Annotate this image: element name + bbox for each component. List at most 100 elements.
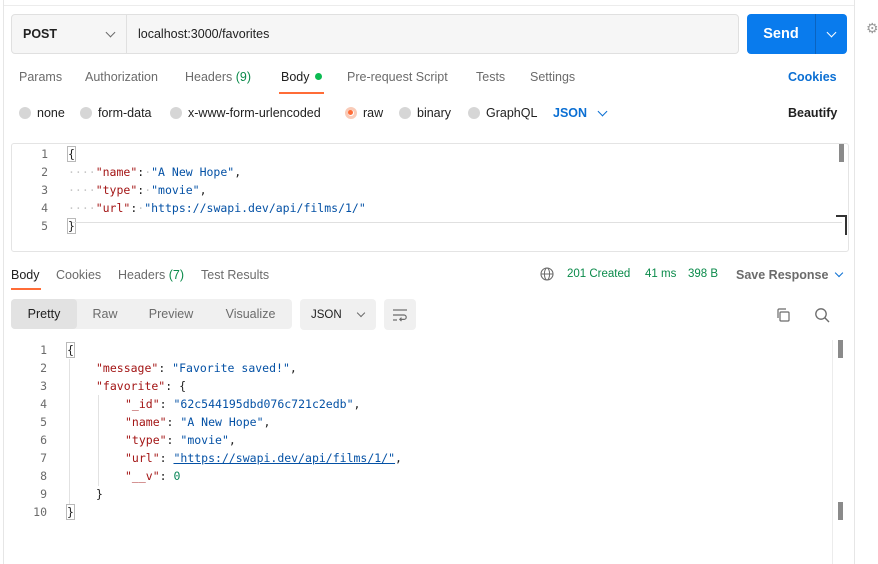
line-number: 4 bbox=[40, 397, 47, 411]
code-line: "favorite": { bbox=[96, 379, 187, 393]
editor-scrollbar[interactable] bbox=[839, 144, 844, 162]
tab-label: Tests bbox=[476, 70, 506, 84]
json-key: "url" bbox=[95, 201, 131, 215]
code-line: } bbox=[66, 504, 75, 520]
request-body-editor[interactable]: 1 2 3 4 5 { ····"name":·"A New Hope", ··… bbox=[11, 143, 849, 252]
gear-icon[interactable]: ⚙ bbox=[866, 20, 878, 37]
radio-binary[interactable]: binary bbox=[399, 106, 451, 120]
current-line-highlight bbox=[72, 222, 842, 223]
radio-label: raw bbox=[363, 106, 384, 120]
tab-label: Authorization bbox=[85, 70, 158, 84]
status-code[interactable]: 201 Created bbox=[567, 268, 630, 280]
indent-guide bbox=[98, 395, 99, 486]
beautify-link[interactable]: Beautify bbox=[788, 106, 837, 120]
radio-circle-icon bbox=[80, 107, 92, 119]
response-size[interactable]: 398 B bbox=[688, 268, 718, 280]
tab-settings[interactable]: Settings bbox=[530, 70, 575, 84]
tab-label: Cookies bbox=[56, 268, 102, 282]
code-line: "message": "Favorite saved!", bbox=[96, 361, 297, 375]
tab-authorization[interactable]: Authorization bbox=[85, 70, 158, 84]
method-select[interactable]: POST bbox=[12, 15, 127, 53]
tab-params[interactable]: Params bbox=[19, 70, 62, 84]
json-comma: , bbox=[199, 183, 207, 197]
tab-pre-request-script[interactable]: Pre-request Script bbox=[347, 70, 448, 84]
code-line: { bbox=[66, 342, 75, 358]
tab-label: Pre-request Script bbox=[347, 70, 448, 84]
json-brace: { bbox=[179, 379, 187, 393]
send-button-group: Send bbox=[747, 14, 847, 54]
json-key: "type" bbox=[125, 433, 167, 447]
request-url-bar: POST localhost:3000/favorites bbox=[11, 14, 739, 54]
chevron-down-icon bbox=[826, 27, 837, 37]
code-line: ····"type":·"movie", bbox=[68, 183, 207, 197]
line-number: 2 bbox=[40, 361, 47, 375]
search-button[interactable] bbox=[813, 306, 831, 324]
radio-form-data[interactable]: form-data bbox=[80, 106, 152, 120]
line-number: 2 bbox=[41, 165, 48, 179]
code-line: "type": "movie", bbox=[125, 433, 236, 447]
radio-label: GraphQL bbox=[486, 106, 538, 120]
response-tab-cookies[interactable]: Cookies bbox=[56, 268, 101, 282]
line-number: 9 bbox=[40, 487, 47, 501]
json-value: 0 bbox=[173, 469, 181, 483]
json-key: "_id" bbox=[125, 397, 160, 411]
json-key: "name" bbox=[95, 165, 138, 179]
radio-x-www-form-urlencoded[interactable]: x-www-form-urlencoded bbox=[170, 106, 321, 120]
chevron-down-icon bbox=[356, 308, 366, 317]
copy-button[interactable] bbox=[774, 306, 792, 324]
tab-tests[interactable]: Tests bbox=[476, 70, 505, 84]
json-key: "message" bbox=[96, 361, 159, 375]
code-line: ····"name":·"A New Hope", bbox=[68, 165, 242, 179]
save-response-label: Save Response bbox=[736, 268, 829, 282]
radio-raw[interactable]: raw bbox=[345, 106, 383, 120]
response-scrollbar-end[interactable] bbox=[838, 502, 843, 520]
json-brace: { bbox=[66, 342, 75, 358]
response-time[interactable]: 41 ms bbox=[645, 268, 676, 280]
send-dropdown-button[interactable] bbox=[816, 14, 847, 54]
radio-label: x-www-form-urlencoded bbox=[188, 106, 321, 120]
response-tab-test-results[interactable]: Test Results bbox=[201, 268, 269, 282]
wrap-lines-button[interactable] bbox=[384, 299, 416, 330]
view-mode-pretty[interactable]: Pretty bbox=[11, 299, 77, 329]
json-url-link[interactable]: "https://swapi.dev/api/films/1/" bbox=[173, 451, 395, 465]
view-mode-visualize[interactable]: Visualize bbox=[209, 299, 292, 329]
active-tab-indicator bbox=[11, 288, 41, 290]
code-line: { bbox=[67, 146, 76, 162]
url-input[interactable]: localhost:3000/favorites bbox=[127, 15, 738, 53]
response-body-viewer[interactable]: 1 2 3 4 5 6 7 8 9 10 { "message": "Favor… bbox=[11, 340, 849, 564]
line-number: 3 bbox=[41, 183, 48, 197]
overview-ruler-mark bbox=[845, 215, 847, 235]
json-value: "movie" bbox=[151, 183, 200, 197]
radio-graphql[interactable]: GraphQL bbox=[468, 106, 537, 120]
cookies-link[interactable]: Cookies bbox=[788, 70, 837, 84]
window-border-right bbox=[854, 0, 855, 564]
globe-icon[interactable] bbox=[540, 267, 554, 281]
save-response-button[interactable]: Save Response bbox=[736, 268, 844, 282]
line-number: 10 bbox=[33, 505, 47, 519]
line-number: 7 bbox=[40, 451, 47, 465]
response-scrollbar[interactable] bbox=[838, 340, 843, 358]
view-mode-preview[interactable]: Preview bbox=[133, 299, 209, 329]
json-value: "Favorite saved!" bbox=[172, 361, 290, 375]
tab-body[interactable]: Body bbox=[281, 70, 322, 84]
code-line: "url": "https://swapi.dev/api/films/1/", bbox=[125, 451, 402, 465]
send-button[interactable]: Send bbox=[747, 14, 815, 54]
response-format-select[interactable]: JSON bbox=[300, 299, 376, 330]
line-number: 6 bbox=[40, 433, 47, 447]
json-value: "62c544195dbd076c721c2edb" bbox=[173, 397, 354, 411]
status-dot-icon bbox=[314, 73, 322, 80]
tab-count-badge: (9) bbox=[235, 70, 252, 84]
json-key: "favorite" bbox=[96, 379, 166, 393]
radio-label: binary bbox=[417, 106, 452, 120]
copy-icon bbox=[777, 308, 790, 322]
tab-headers[interactable]: Headers (9) bbox=[185, 70, 251, 84]
json-brace: } bbox=[96, 487, 103, 501]
radio-none[interactable]: none bbox=[19, 106, 65, 120]
body-format-select[interactable]: JSON bbox=[553, 106, 608, 120]
line-number: 3 bbox=[40, 379, 47, 393]
response-tab-headers[interactable]: Headers (7) bbox=[118, 268, 184, 282]
response-tab-body[interactable]: Body bbox=[11, 268, 40, 282]
tab-label: Headers bbox=[185, 70, 233, 84]
indent-guide bbox=[69, 359, 70, 504]
view-mode-raw[interactable]: Raw bbox=[77, 299, 133, 329]
